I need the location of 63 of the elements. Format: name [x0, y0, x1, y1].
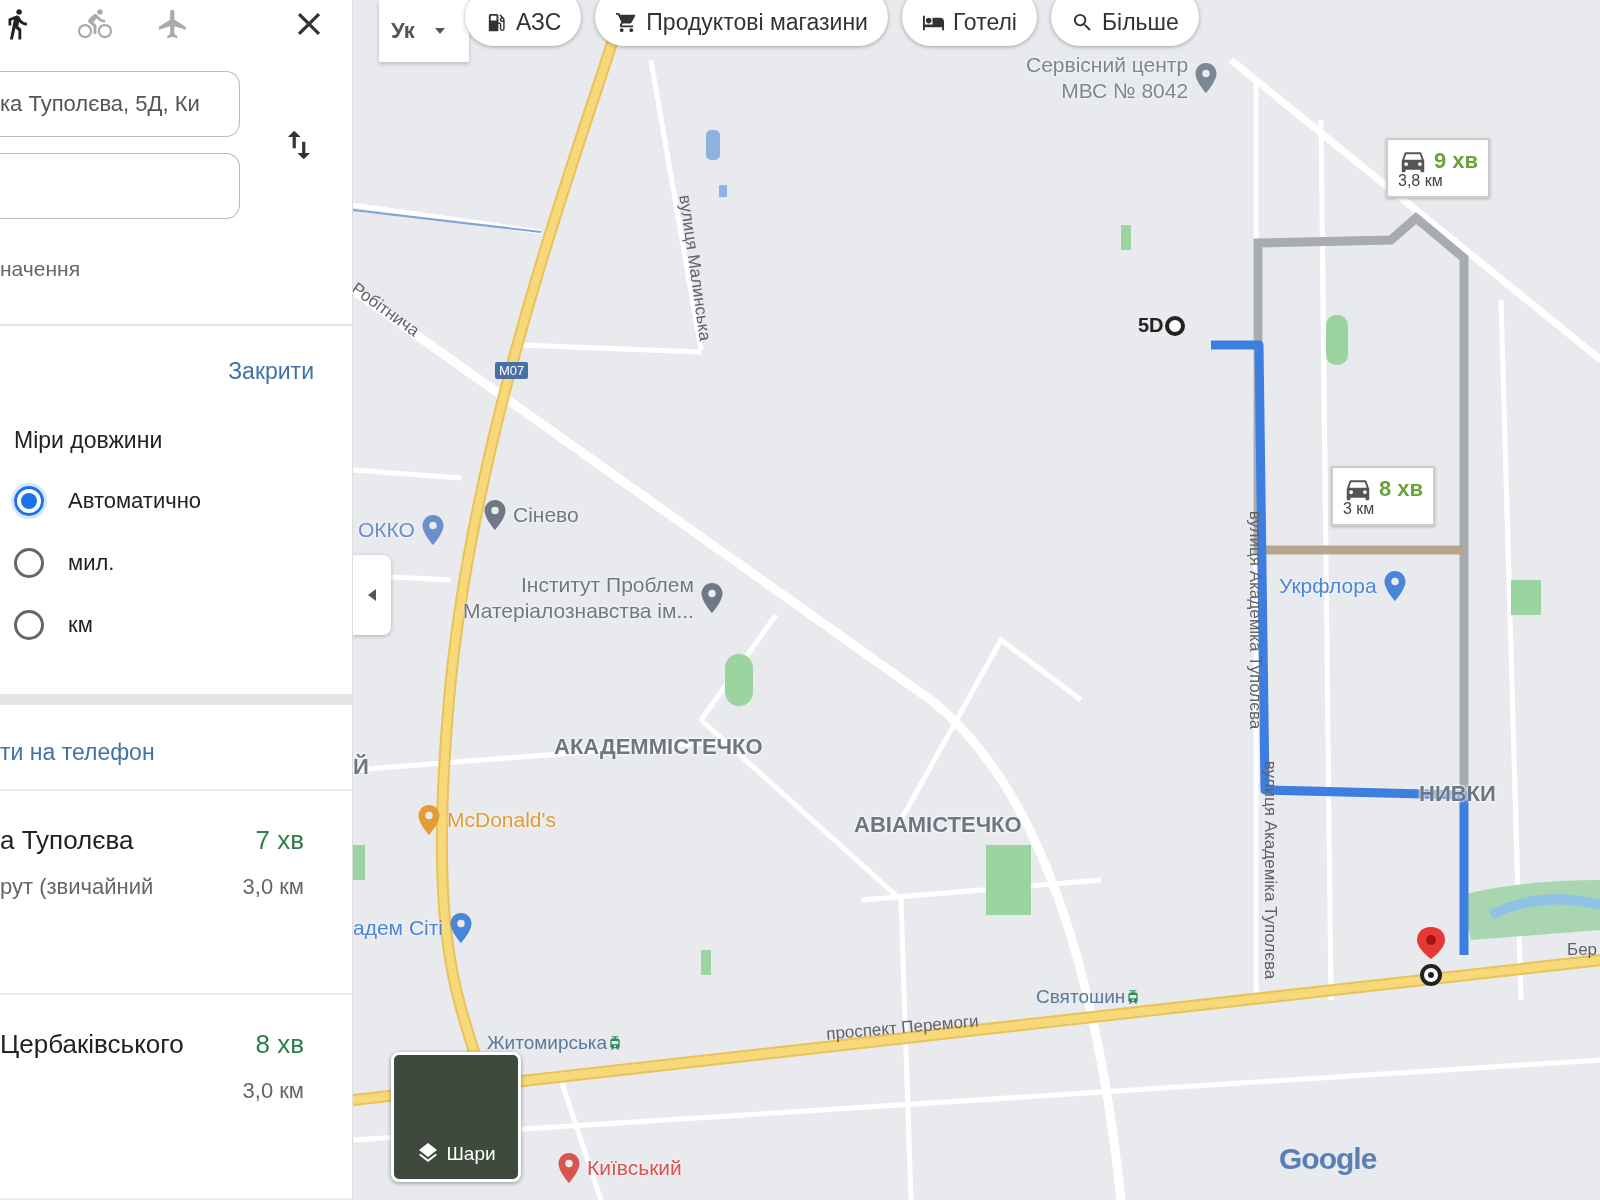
place-label: Сервісний центр МВС № 8042 [1026, 52, 1189, 104]
category-chip[interactable]: АЗС [465, 0, 582, 46]
route-callout[interactable]: 9 хв 3,8 км [1386, 138, 1491, 198]
street-label: вулиця Академіка Туполєва [1260, 760, 1281, 980]
radio-button[interactable] [14, 486, 44, 517]
district-label: АКАДЕММІСТЕЧКО [554, 734, 763, 760]
radio-button[interactable] [14, 610, 44, 641]
place-label: Київський [587, 1155, 682, 1181]
callout-distance: 3 км [1343, 500, 1376, 518]
place-label: Сінево [513, 502, 579, 528]
unit-label: км [68, 612, 93, 639]
pond-area [719, 185, 727, 197]
radio-button[interactable] [14, 548, 44, 579]
callout-time: 9 хв [1434, 148, 1479, 174]
park-area [701, 950, 711, 975]
route-time: 7 хв [254, 824, 304, 856]
options-title: Міри довжини [14, 427, 164, 455]
route-distance: 3,0 км [242, 873, 304, 900]
street-label: Бер [1567, 940, 1598, 960]
layers-button[interactable]: Шари [391, 1052, 521, 1182]
place-label: Укрфлора [1279, 573, 1377, 599]
district-label: Й [353, 754, 369, 780]
park-area [1121, 225, 1131, 250]
route-distance: 3,0 км [242, 1078, 304, 1105]
park-area [986, 845, 1031, 915]
route-name: Цербаківського [0, 1029, 185, 1061]
map-logo: Google [1279, 1142, 1377, 1176]
start-marker-icon [1163, 314, 1186, 337]
park-area [353, 845, 365, 880]
unit-label: Автоматично [68, 488, 202, 515]
station-label: Святошин [1036, 986, 1126, 1008]
place-label: McDonald's [447, 807, 557, 833]
street-label: проспект Перемоги [825, 1011, 980, 1045]
input-tools-dropdown[interactable]: Ук [379, 0, 469, 62]
route-time: 8 хв [254, 1029, 304, 1061]
highway-badge: М07 [495, 362, 529, 379]
station-label: Житомирська [487, 1032, 608, 1054]
category-chip[interactable]: Продуктові магазини [595, 0, 888, 46]
place-label: ОККО [358, 517, 415, 543]
callout-distance: 3,8 км [1398, 172, 1444, 190]
street-label: вулиця Малинська [674, 193, 715, 343]
category-chip[interactable]: Готелі [901, 0, 1037, 46]
park-area [1511, 580, 1541, 615]
route-callout[interactable]: 8 хв 3 км [1331, 466, 1436, 526]
park-area [725, 654, 753, 706]
destination-field[interactable] [0, 153, 240, 220]
caret-icon [434, 28, 445, 34]
start-label: 5D [1138, 314, 1164, 337]
send-to-phone-link[interactable]: ти на телефон [0, 705, 352, 791]
callout-time: 8 хв [1379, 476, 1424, 502]
close-link[interactable]: Закрити [228, 358, 314, 386]
pond-area [706, 130, 720, 160]
category-chip[interactable]: Більше [1051, 0, 1199, 46]
route-name: а Туполєва [0, 824, 135, 856]
origin-field[interactable]: ка Туполєва, 5Д, Ки [0, 71, 240, 138]
street-label: вулиця Академіка Туполєва [1245, 510, 1266, 730]
park-area [1326, 315, 1348, 365]
bicycle-icon [78, 6, 112, 41]
hint-text: начення [0, 257, 81, 283]
district-label: АВІАМІСТЕЧКО [854, 812, 1022, 838]
route-detail: рут (звичайний [0, 873, 155, 900]
unit-label: мил. [68, 550, 115, 577]
caret-icon [368, 589, 376, 601]
